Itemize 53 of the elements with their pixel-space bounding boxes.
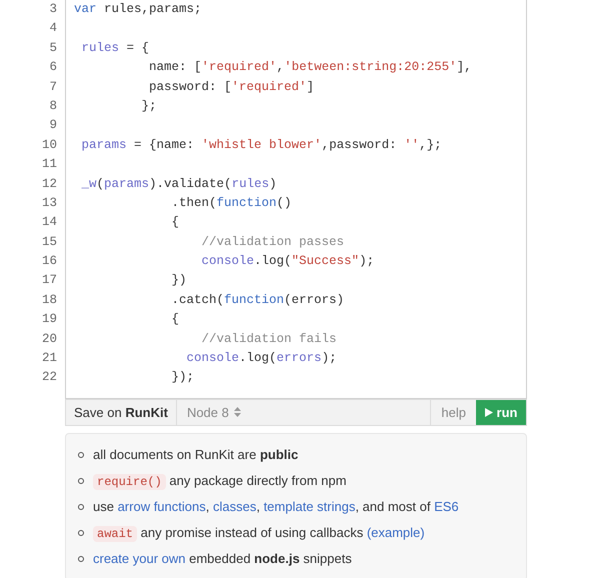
line-number: 10 — [40, 136, 58, 154]
line-number: 17 — [40, 272, 58, 290]
note-text: require() any package directly from npm — [93, 470, 346, 491]
code-line: params = {name: 'whistle blower',password: '',}; — [80, 138, 442, 152]
note-text: await any promise instead of using callbacks (example) — [93, 522, 425, 543]
code-line: //validation fails — [200, 332, 337, 346]
code-line: console.log(errors); — [186, 351, 337, 366]
line-number: 21 — [40, 350, 58, 368]
line-number: 13 — [40, 194, 58, 212]
bullet-icon — [78, 556, 84, 562]
line-number: 14 — [40, 214, 58, 232]
line-number: 15 — [40, 234, 58, 251]
code-line: { — [170, 312, 180, 326]
line-number: 4 — [48, 20, 58, 38]
code-line: .catch(function(errors) — [170, 292, 344, 307]
note-text: all documents on RunKit are public — [93, 446, 298, 464]
bullet-icon — [78, 530, 84, 536]
link[interactable]: template strings — [264, 499, 356, 514]
line-number: 11 — [40, 156, 58, 174]
link[interactable]: classes — [212, 499, 256, 514]
code-line: password: ['required'] — [148, 80, 314, 94]
code-line: console.log("Success"); — [200, 254, 374, 268]
line-number: 7 — [48, 78, 58, 96]
link[interactable]: (example) — [366, 524, 425, 540]
code-line: name: ['required','between:string:20:255'], — [148, 60, 472, 74]
note-text: use arrow functions, classes, template strings, and most of ES6 — [93, 498, 459, 516]
code-line: }; — [140, 98, 157, 113]
line-number: 6 — [48, 59, 58, 76]
line-number: 12 — [40, 176, 58, 193]
line-number: 8 — [48, 98, 58, 115]
note-text: create your own embedded node.js snippets — [93, 550, 352, 568]
code-line: .then(function() — [170, 196, 292, 210]
code-line: //validation passes — [200, 234, 344, 249]
link[interactable]: ES6 — [434, 499, 459, 514]
bullet-icon — [78, 452, 84, 458]
link[interactable]: create your own — [93, 551, 186, 566]
line-number: 18 — [40, 292, 58, 309]
line-number: 3 — [48, 1, 58, 18]
line-number: 19 — [40, 311, 58, 328]
code-line: }); — [170, 370, 194, 384]
line-number: 20 — [40, 330, 58, 348]
code-line: }) — [170, 273, 187, 288]
code-line: rules = { — [80, 40, 150, 55]
line-number: 9 — [48, 117, 58, 134]
bullet-icon — [78, 478, 84, 484]
line-number: 5 — [48, 40, 58, 57]
link[interactable]: arrow functions — [118, 499, 206, 514]
line-number: 16 — [40, 253, 58, 270]
code-line: { — [170, 215, 180, 230]
code-line: var rules,params; — [74, 2, 202, 16]
line-number: 22 — [40, 369, 58, 386]
code-line: _w(params).validate(rules) — [80, 176, 277, 191]
bullet-icon — [78, 504, 84, 510]
